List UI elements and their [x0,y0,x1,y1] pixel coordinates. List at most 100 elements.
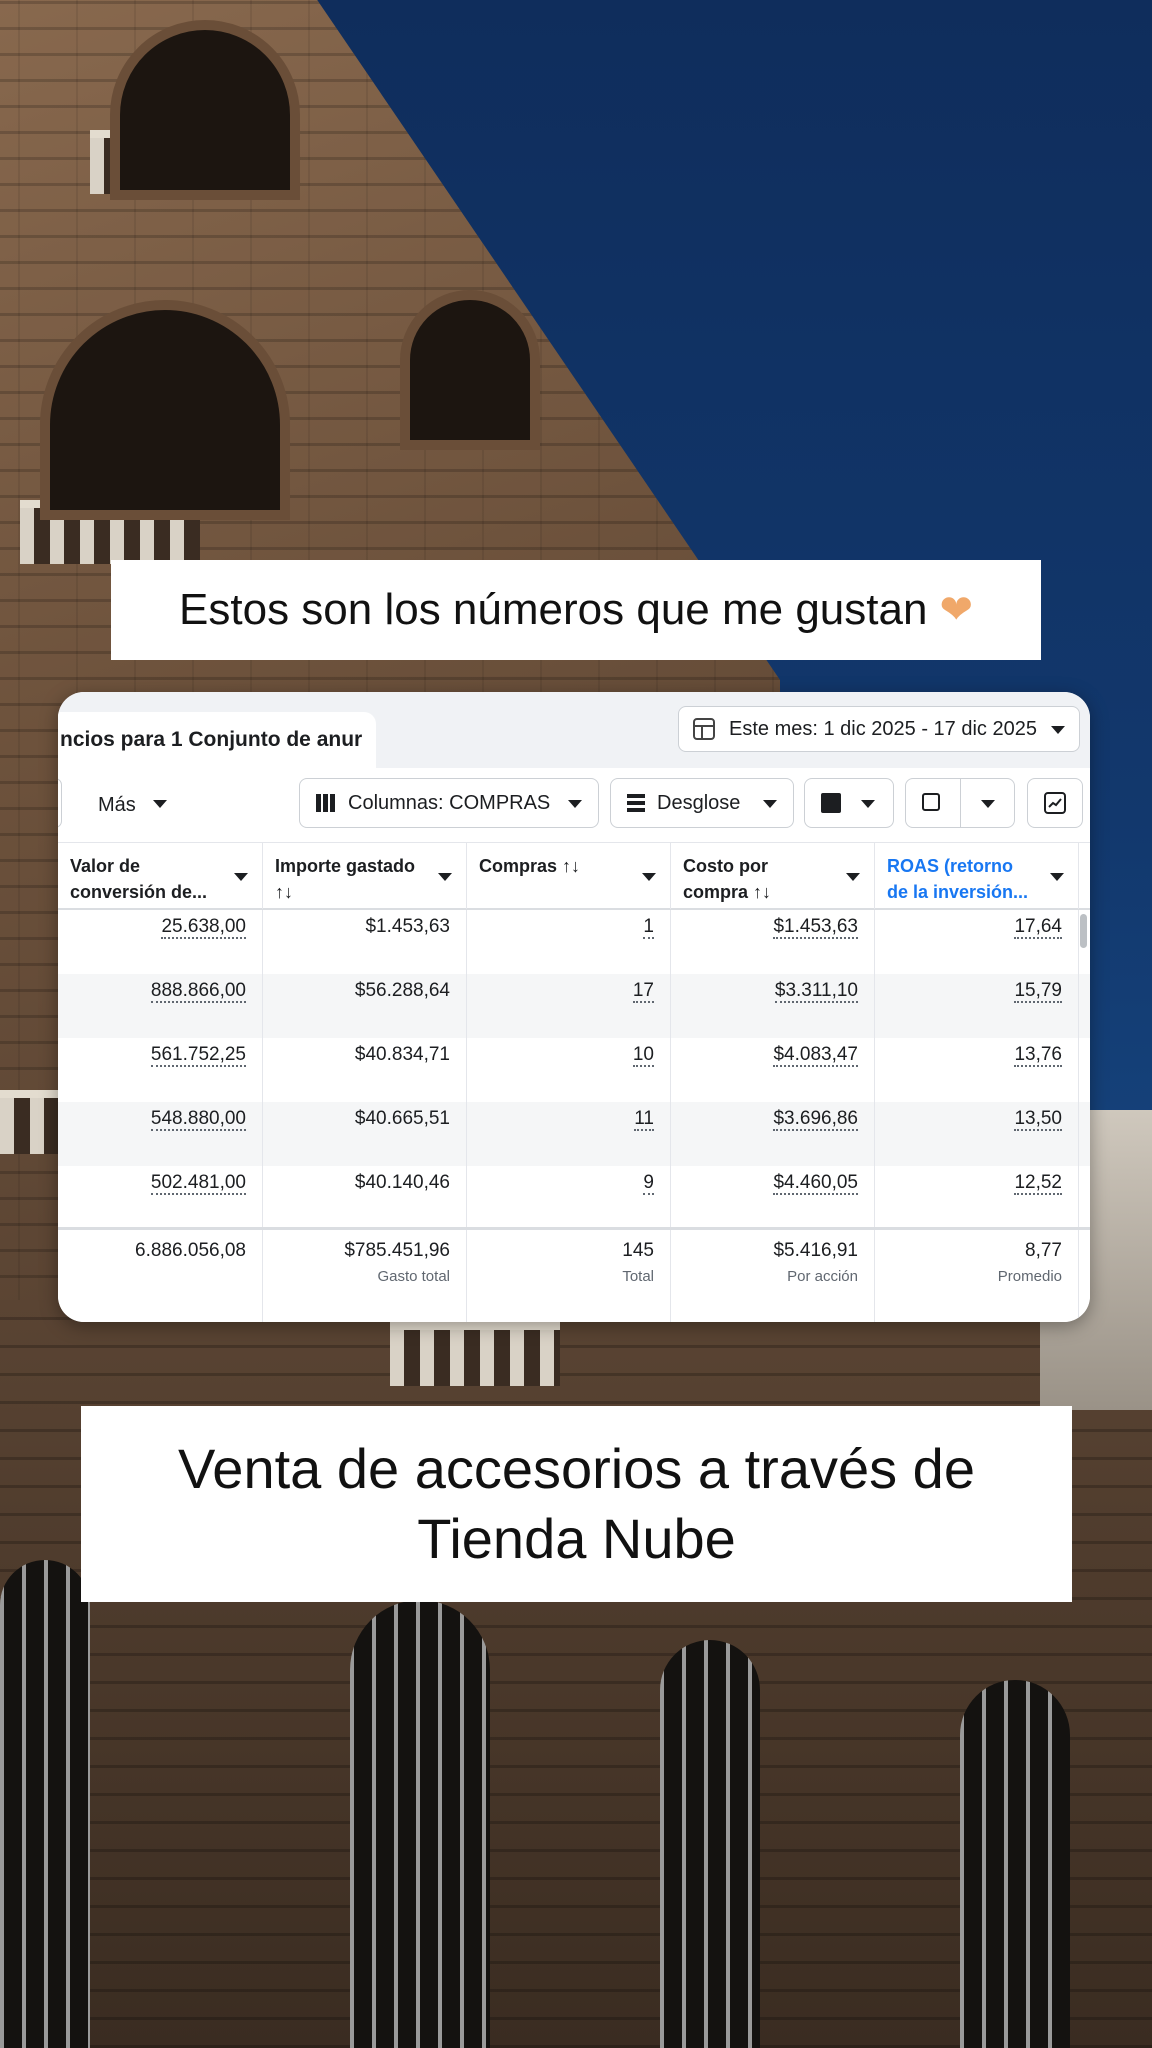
balcony [0,1090,60,1154]
cell-purchases[interactable]: 11 [467,1102,671,1166]
cell-purchases[interactable]: 1 [467,910,671,974]
total-value: 6.886.056,08 [135,1240,246,1261]
chevron-down-icon [568,800,582,808]
cell-cost-per-purchase[interactable]: $1.453,63 [671,910,875,974]
table-row: 25.638,00 $1.453,63 1 $1.453,63 17,64 [58,910,1090,974]
header-line: conversión de... [70,882,208,902]
balcony [390,1322,560,1386]
cell-purchases[interactable]: 9 [467,1166,671,1230]
chevron-down-icon[interactable] [846,873,860,881]
table-body: 25.638,00 $1.453,63 1 $1.453,63 17,64 88… [58,910,1090,1230]
export-icon[interactable] [922,793,940,811]
cell-roas[interactable]: 13,50 [875,1102,1079,1166]
chart-icon [1044,792,1066,814]
export-dropdown-icon[interactable] [981,800,995,808]
cell-conversion-value[interactable]: 561.752,25 [58,1038,263,1102]
table-row: 548.880,00 $40.665,51 11 $3.696,86 13,50 [58,1102,1090,1166]
more-label: Más [98,794,136,816]
column-header-amount-spent[interactable]: Importe gastado ↑↓ [263,843,467,909]
export-button-group [905,778,1015,828]
panel-header: ncios para 1 Conjunto de anur Este mes: … [58,692,1090,768]
cell-roas[interactable]: 15,79 [875,974,1079,1038]
previous-button-edge[interactable] [58,778,62,828]
cell-conversion-value[interactable]: 548.880,00 [58,1102,263,1166]
column-header-roas[interactable]: ROAS (retorno de la inversión... [875,843,1079,909]
cell-value: 888.866,00 [150,980,246,1003]
date-range-label: Este mes: 1 dic 2025 - 17 dic 2025 [729,717,1037,740]
iron-gate [0,1560,90,2048]
reports-icon [821,793,841,813]
cell-value: $40.834,71 [354,1044,450,1065]
cell-value: 12,52 [1014,1172,1062,1195]
columns-icon [316,794,336,812]
cell-value: 15,79 [1014,980,1062,1003]
cell-value: $3.311,10 [774,980,858,1003]
column-header-purchases[interactable]: Compras ↑↓ [467,843,671,909]
cell-value: $40.140,46 [354,1172,450,1193]
heart-hands-emoji: ❤ [939,588,973,632]
column-header-cost-per-purchase[interactable]: Costo por compra ↑↓ [671,843,875,909]
columns-button[interactable]: Columnas: COMPRAS [299,778,599,828]
total-roas: 8,77 Promedio [875,1230,1079,1322]
cell-conversion-value[interactable]: 502.481,00 [58,1166,263,1230]
cell-cost-per-purchase[interactable]: $3.696,86 [671,1102,875,1166]
chevron-down-icon[interactable] [642,873,656,881]
tab-ad-sets[interactable]: ncios para 1 Conjunto de anur [58,712,376,768]
table-row: 561.752,25 $40.834,71 10 $4.083,47 13,76 [58,1038,1090,1102]
cell-value: 10 [632,1044,654,1067]
caption-top-text: Estos son los números que me gustan [179,585,928,634]
cell-purchases[interactable]: 17 [467,974,671,1038]
cell-value: $3.696,86 [773,1108,858,1131]
table-row: 502.481,00 $40.140,46 9 $4.460,05 12,52 [58,1166,1090,1230]
cell-conversion-value[interactable]: 25.638,00 [58,910,263,974]
total-purchases: 145 Total [467,1230,671,1322]
reports-button[interactable] [804,778,894,828]
total-sublabel: Por acción [787,1268,858,1285]
cell-value: 548.880,00 [150,1108,246,1131]
arch-window [400,290,540,450]
ads-manager-panel: ncios para 1 Conjunto de anur Este mes: … [58,692,1090,1322]
caption-top: Estos son los números que me gustan ❤ [111,560,1041,660]
cell-amount-spent: $56.288,64 [263,974,467,1038]
chart-button[interactable] [1027,778,1083,828]
breakdown-button[interactable]: Desglose [610,778,794,828]
chevron-down-icon [763,800,777,808]
chevron-down-icon [153,800,168,808]
cell-value: $1.453,63 [773,916,858,939]
cell-cost-per-purchase[interactable]: $4.083,47 [671,1038,875,1102]
header-line: compra ↑↓ [683,882,772,902]
table-header: Valor de conversión de... Importe gastad… [58,842,1090,910]
breakdown-label: Desglose [657,791,741,814]
cell-roas[interactable]: 12,52 [875,1166,1079,1230]
cell-conversion-value[interactable]: 888.866,00 [58,974,263,1038]
cell-value: 13,76 [1014,1044,1062,1067]
cell-purchases[interactable]: 10 [467,1038,671,1102]
caption-bottom-line2: Tienda Nube [417,1507,736,1570]
cell-value: 17,64 [1014,916,1062,939]
cell-roas[interactable]: 13,76 [875,1038,1079,1102]
cell-value: 502.481,00 [150,1172,246,1195]
cell-roas[interactable]: 17,64 [875,910,1079,974]
arch-window [110,20,300,200]
chevron-down-icon[interactable] [1050,873,1064,881]
iron-gate [350,1600,490,2048]
cell-cost-per-purchase[interactable]: $4.460,05 [671,1166,875,1230]
chevron-down-icon[interactable] [234,873,248,881]
column-header-conversion-value[interactable]: Valor de conversión de... [58,843,263,909]
iron-gate [660,1640,760,2048]
cell-value: 11 [634,1108,654,1131]
divider [960,779,961,827]
vertical-scrollbar[interactable] [1080,914,1087,948]
cell-value: $4.460,05 [773,1172,858,1195]
chevron-down-icon[interactable] [438,873,452,881]
cell-cost-per-purchase[interactable]: $3.311,10 [671,974,875,1038]
cell-value: $56.288,64 [354,980,450,1001]
cell-amount-spent: $1.453,63 [263,910,467,974]
cell-value: 13,50 [1014,1108,1062,1131]
total-cost-per-purchase: $5.416,91 Por acción [671,1230,875,1322]
header-line: de la inversión... [887,882,1029,902]
cell-value: 1 [643,916,654,939]
date-range-button[interactable]: Este mes: 1 dic 2025 - 17 dic 2025 [678,706,1080,752]
more-button[interactable]: Más [98,794,168,817]
columns-label: Columnas: COMPRAS [348,791,551,814]
